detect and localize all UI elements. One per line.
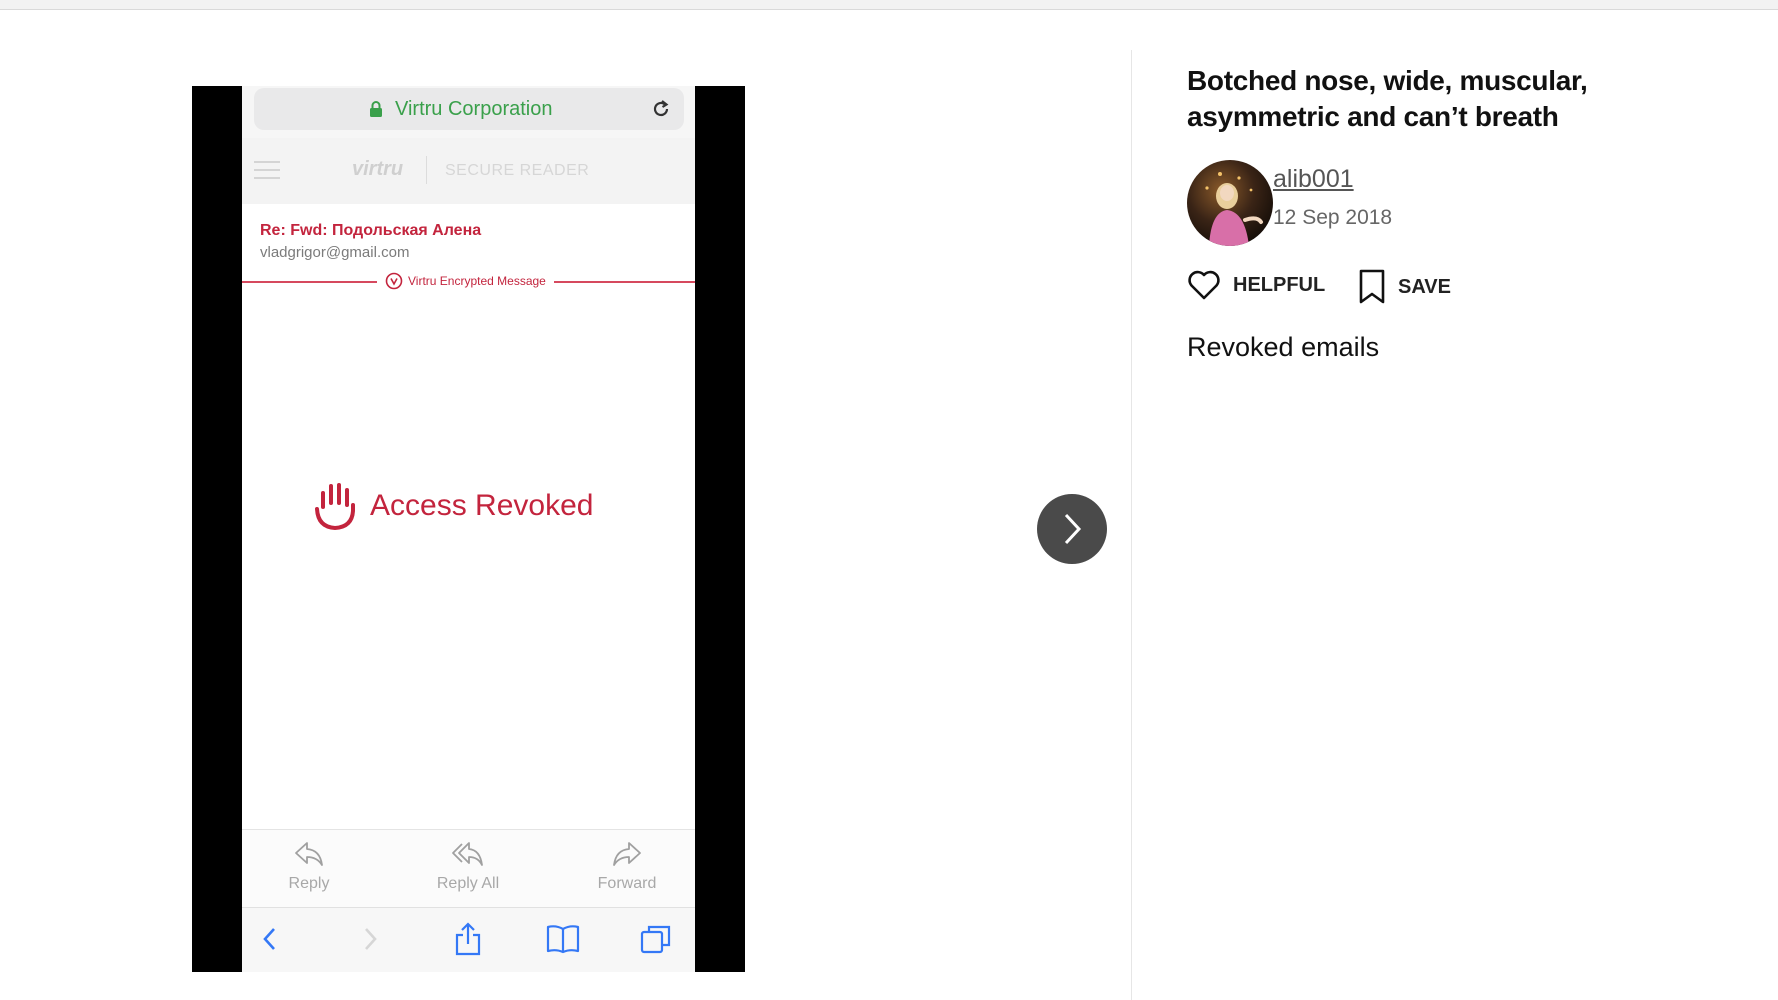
virtru-badge-icon	[385, 272, 403, 290]
reply-all-icon	[452, 842, 483, 866]
reload-icon	[653, 100, 669, 117]
bookmarks-icon[interactable]	[546, 924, 580, 954]
browser-toolbar	[242, 907, 695, 972]
tabs-icon[interactable]	[640, 923, 672, 955]
chevron-right-icon	[1064, 513, 1082, 545]
email-subject: Re: Fwd: Подольская Алена	[260, 222, 482, 239]
top-border	[0, 0, 1778, 10]
email-sender: vladgrigor@gmail.com	[260, 244, 410, 261]
header-separator	[426, 156, 427, 184]
helpful-label: HELPFUL	[1233, 273, 1326, 296]
avatar[interactable]	[1187, 160, 1273, 246]
reply-icon	[295, 842, 323, 866]
save-label: SAVE	[1398, 275, 1451, 298]
secure-reader-label: SECURE READER	[445, 162, 590, 179]
menu-icon	[254, 161, 280, 179]
column-divider	[1131, 50, 1132, 1000]
avatar-image	[1187, 160, 1273, 246]
share-icon[interactable]	[454, 922, 482, 956]
encrypted-message-badge: Virtru Encrypted Message	[377, 270, 554, 292]
virtru-logo: virtru	[352, 158, 404, 180]
back-icon[interactable]	[260, 926, 280, 952]
post-title: Botched nose, wide, muscular, asymmetric…	[1187, 64, 1588, 132]
access-revoked-notice: Access Revoked	[314, 481, 593, 531]
heart-icon	[1188, 270, 1220, 300]
url-text: Virtru Corporation	[395, 98, 553, 120]
reply-all-label: Reply All	[436, 875, 500, 892]
save-button[interactable]: SAVE	[1358, 269, 1451, 305]
forward-label: Forward	[597, 875, 657, 892]
post-date: 12 Sep 2018	[1273, 206, 1393, 229]
lock-icon	[370, 101, 382, 117]
forward-icon	[613, 842, 641, 866]
browser-url-area: Virtru Corporation	[242, 86, 695, 138]
post-image[interactable]: Virtru Corporation virtru SECURE READER …	[192, 86, 745, 972]
reader-header: virtru SECURE READER	[242, 138, 695, 204]
helpful-button[interactable]: HELPFUL	[1187, 269, 1325, 301]
email-actions-bar: Reply Reply All Forward	[242, 829, 695, 908]
access-revoked-text: Access Revoked	[370, 489, 594, 522]
next-image-button[interactable]	[1037, 494, 1107, 564]
reply-label: Reply	[288, 875, 330, 892]
encrypted-message-label: Virtru Encrypted Message	[408, 274, 546, 288]
phone-screen: Virtru Corporation virtru SECURE READER …	[242, 86, 695, 972]
author-username[interactable]: alib001	[1273, 165, 1354, 194]
stop-hand-icon	[315, 483, 355, 531]
reply-action[interactable]: Reply	[254, 840, 364, 893]
post-body: Revoked emails	[1187, 332, 1380, 362]
forward-nav-icon[interactable]	[360, 926, 380, 952]
forward-action[interactable]: Forward	[572, 840, 682, 893]
bookmark-icon	[1359, 269, 1385, 304]
url-bar: Virtru Corporation	[254, 88, 684, 130]
reply-all-action[interactable]: Reply All	[413, 840, 523, 893]
